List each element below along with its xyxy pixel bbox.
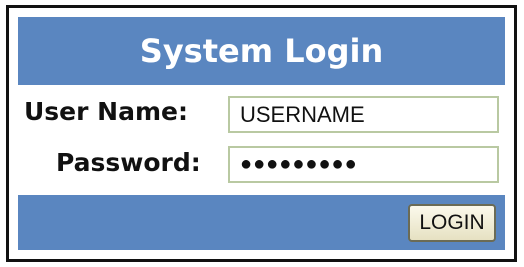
login-frame: System Login User Name: Password: LOGIN — [6, 5, 517, 262]
login-form: User Name: Password: — [18, 85, 505, 195]
login-button[interactable]: LOGIN — [408, 204, 496, 242]
login-panel: System Login User Name: Password: LOGIN — [18, 17, 505, 250]
username-input[interactable] — [228, 96, 499, 133]
login-title: System Login — [139, 32, 384, 70]
password-input[interactable] — [228, 146, 499, 183]
username-label: User Name: — [24, 97, 188, 126]
password-label: Password: — [56, 148, 201, 177]
